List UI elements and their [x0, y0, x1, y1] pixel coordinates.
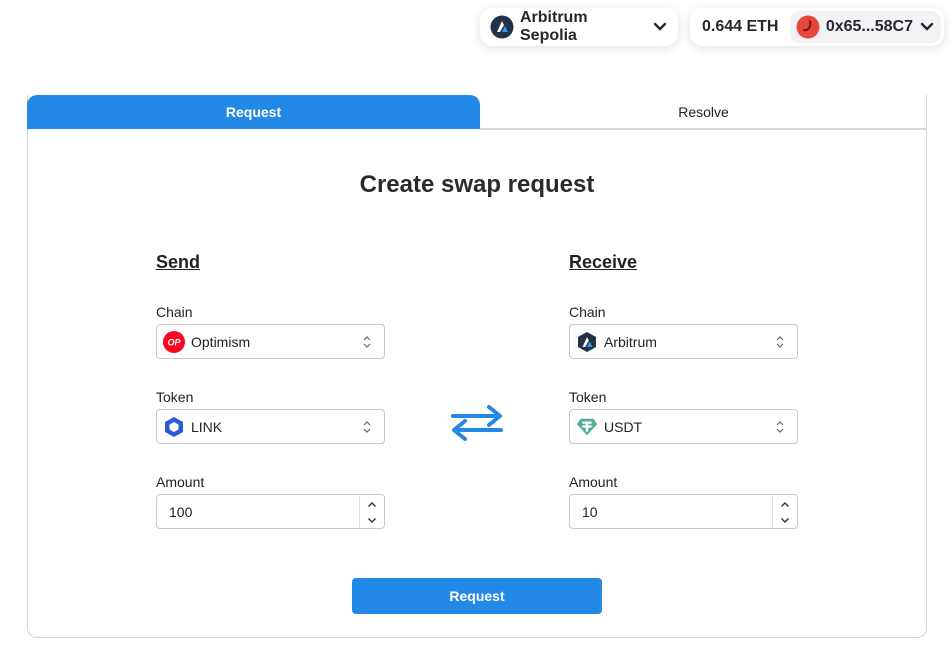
increment-button[interactable]	[773, 496, 796, 513]
tab-request[interactable]: Request	[27, 95, 480, 129]
request-button[interactable]: Request	[352, 578, 602, 614]
swap-arrows-icon[interactable]	[449, 402, 505, 442]
receive-chain-select[interactable]: Arbitrum	[569, 324, 798, 359]
receive-amount-field	[569, 494, 798, 529]
chainlink-icon	[163, 416, 185, 438]
send-token-select[interactable]: LINK	[156, 409, 385, 444]
send-section: Send Chain OP Optimism Token LINK Amount	[156, 252, 385, 529]
select-arrows-icon	[363, 421, 371, 433]
send-amount-input[interactable]	[157, 495, 357, 528]
send-amount-label: Amount	[156, 474, 205, 490]
send-chain-value: Optimism	[191, 333, 251, 350]
account-button[interactable]: 0x65...58C7	[789, 11, 941, 43]
receive-token-label: Token	[569, 389, 607, 405]
account-address: 0x65...58C7	[825, 18, 913, 35]
receive-chain-label: Chain	[569, 304, 606, 320]
tab-resolve[interactable]: Resolve	[480, 95, 927, 130]
send-chain-select[interactable]: OP Optimism	[156, 324, 385, 359]
receive-amount-stepper	[772, 496, 796, 529]
receive-section: Receive Chain Arbitrum Token USDT Amount	[569, 252, 798, 529]
arbitrum-icon	[490, 15, 514, 39]
receive-amount-label: Amount	[569, 474, 618, 490]
page-title: Create swap request	[359, 171, 595, 198]
receive-heading: Receive	[569, 252, 638, 272]
optimism-icon: OP	[163, 330, 185, 353]
select-arrows-icon	[776, 421, 784, 433]
send-token-label: Token	[156, 389, 194, 405]
receive-chain-value: Arbitrum	[604, 333, 657, 350]
select-arrows-icon	[776, 336, 784, 348]
arbitrum-icon	[576, 331, 598, 353]
tab-bar: Request Resolve	[27, 95, 927, 130]
balance-display: 0.644 ETH	[702, 18, 779, 35]
chevron-down-icon	[919, 19, 935, 35]
increment-button[interactable]	[360, 496, 383, 513]
tether-icon	[576, 416, 598, 438]
send-chain-label: Chain	[156, 304, 193, 320]
send-amount-field	[156, 494, 385, 529]
account-bar: 0.644 ETH 0x65...58C7	[690, 8, 944, 46]
network-selector[interactable]: Arbitrum Sepolia	[480, 8, 678, 46]
chevron-down-icon	[652, 19, 668, 35]
decrement-button[interactable]	[360, 513, 383, 530]
avatar	[796, 15, 820, 39]
receive-token-select[interactable]: USDT	[569, 409, 798, 444]
receive-token-value: USDT	[604, 418, 643, 435]
send-amount-stepper	[359, 496, 383, 529]
svg-text:OP: OP	[167, 337, 181, 347]
select-arrows-icon	[363, 336, 371, 348]
network-name: Arbitrum Sepolia	[520, 9, 588, 44]
send-token-value: LINK	[191, 418, 223, 435]
receive-amount-input[interactable]	[570, 495, 770, 528]
send-heading: Send	[156, 252, 201, 272]
decrement-button[interactable]	[773, 513, 796, 530]
